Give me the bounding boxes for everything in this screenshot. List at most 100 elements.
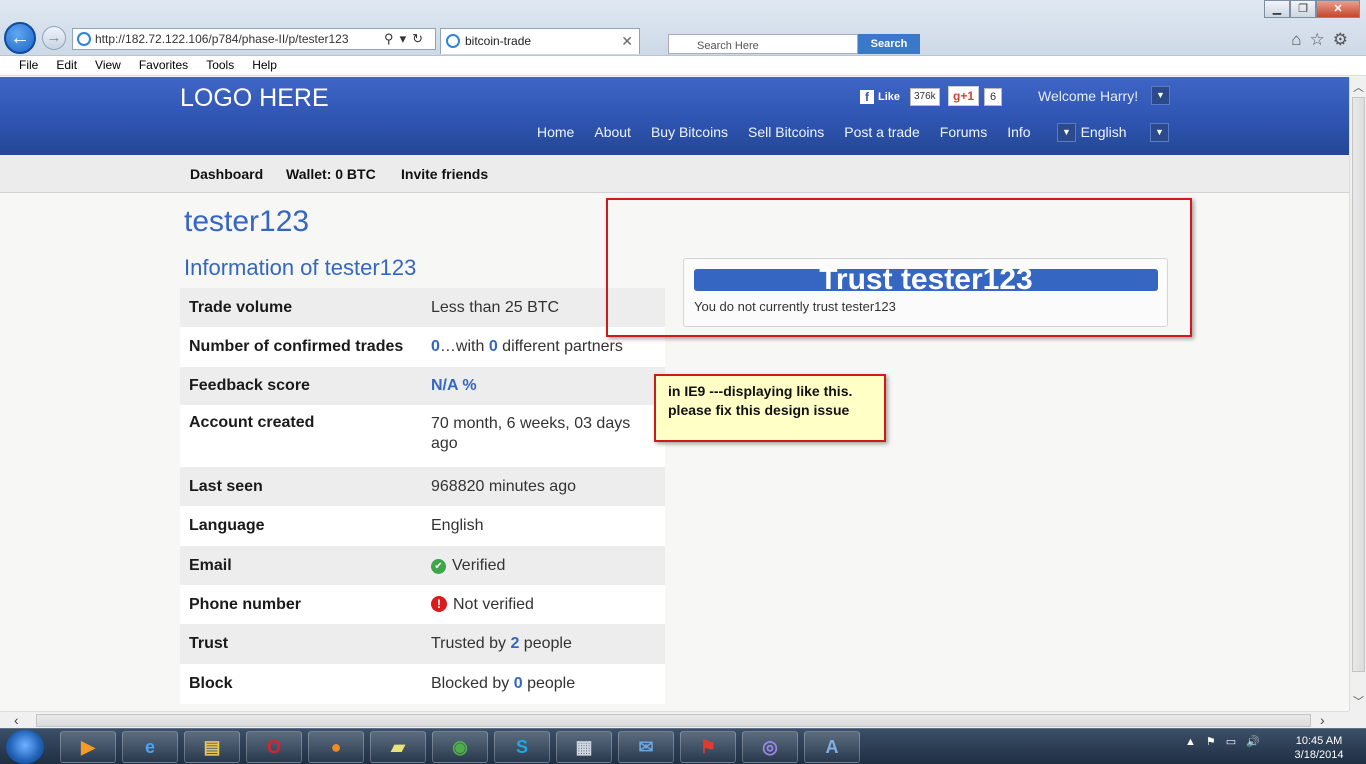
forward-button[interactable]: → [42, 26, 66, 50]
table-row: Feedback score N/A % [180, 367, 665, 405]
check-circle-icon: ✔ [431, 558, 446, 574]
app-swirl-icon[interactable]: ◎ [742, 731, 798, 763]
feedback-value: N/A % [422, 367, 665, 405]
table-row: Phone number ! Not verified [180, 585, 665, 624]
trust-suffix: people [519, 635, 572, 652]
google-plus-count: 6 [984, 88, 1003, 106]
browser-chrome: ← → http://182.72.122.106/p784/phase-II/… [0, 0, 1366, 56]
menu-favorites[interactable]: Favorites [130, 56, 197, 75]
fb-like-label: Like [878, 91, 901, 103]
nav-post-a-trade[interactable]: Post a trade [844, 124, 920, 140]
minimize-button[interactable]: ▁ [1264, 0, 1290, 18]
block-value: Blocked by 0 people [422, 664, 665, 704]
subnav-wallet[interactable]: Wallet: 0 BTC [286, 166, 376, 182]
site-header: LOGO HERE f Like 376k g+1 6 Welcome Harry… [0, 77, 1349, 155]
internet-explorer-icon[interactable]: e [122, 731, 178, 763]
table-row: Trade volume Less than 25 BTC [180, 288, 665, 327]
clock-date: 3/18/2014 [1294, 749, 1344, 761]
sticky-notes-icon[interactable]: ▰ [370, 731, 426, 763]
trust-value: Trusted by 2 people [422, 624, 665, 664]
vertical-scrollbar[interactable]: ︿ ﹀ [1349, 77, 1366, 711]
adobe-reader-icon[interactable]: ⚑ [680, 731, 736, 763]
toolbar-search-input[interactable]: Search Here [668, 34, 858, 54]
start-button[interactable] [6, 730, 44, 764]
back-button[interactable]: ← [4, 22, 36, 54]
facebook-like-button[interactable]: f Like [860, 89, 900, 105]
trusted-by-count[interactable]: 2 [510, 635, 519, 652]
horizontal-scrollbar[interactable]: ‹ › [0, 711, 1349, 728]
blocked-by-count[interactable]: 0 [514, 675, 523, 692]
user-menu-chevron-down-icon[interactable]: ▼ [1151, 86, 1170, 105]
annotation-note: in IE9 ---displaying like this. please f… [654, 374, 886, 442]
window-controls: ▁ ❐ ✕ [1264, 0, 1360, 20]
confirmed-trades-label: Number of confirmed trades [189, 338, 404, 355]
nav-home[interactable]: Home [537, 124, 574, 140]
browser-menu-bar: File Edit View Favorites Tools Help [0, 56, 1366, 76]
vertical-scroll-thumb[interactable] [1352, 97, 1365, 672]
tab-close-icon[interactable]: ✕ [621, 29, 633, 53]
scroll-up-icon[interactable]: ︿ [1350, 79, 1366, 95]
maximize-button[interactable]: ❐ [1290, 0, 1316, 18]
tab-bitcoin-trade[interactable]: bitcoin-trade ✕ [440, 28, 640, 54]
menu-view[interactable]: View [86, 56, 130, 75]
confirmed-trades-count[interactable]: 0 [431, 338, 440, 355]
search-placeholder: Search Here [697, 40, 759, 52]
scroll-right-icon[interactable]: › [1320, 712, 1325, 728]
exclamation-circle-icon: ! [431, 595, 447, 612]
back-arrow-icon: ← [10, 27, 30, 49]
nav-about[interactable]: About [594, 124, 631, 140]
address-tools-icons[interactable]: ⚲▾↻ [384, 29, 429, 49]
nav-forums[interactable]: Forums [940, 124, 987, 140]
feedback-score-link[interactable]: N/A % [431, 377, 477, 394]
trust-label: Trust [189, 635, 229, 652]
menu-edit[interactable]: Edit [47, 56, 86, 75]
scroll-down-icon[interactable]: ﹀ [1350, 693, 1366, 709]
clock[interactable]: 10:45 AM 3/18/2014 [1280, 734, 1358, 762]
google-plus-button[interactable]: g+1 [948, 86, 979, 106]
welcome-user[interactable]: Welcome Harry! [1038, 88, 1138, 104]
media-player-icon[interactable]: ▶ [60, 731, 116, 763]
account-created-label: Account created [189, 414, 315, 431]
ie-page-icon [77, 32, 91, 46]
table-row: Number of confirmed trades 0…with 0 diff… [180, 327, 665, 367]
firefox-icon[interactable]: ● [308, 731, 364, 763]
chrome-icon[interactable]: ◉ [432, 731, 488, 763]
toolbar-search-button[interactable]: Search [858, 34, 920, 54]
last-seen-value: 968820 minutes ago [431, 477, 576, 495]
nav-sell-bitcoins[interactable]: Sell Bitcoins [748, 124, 824, 140]
horizontal-scroll-thumb[interactable] [36, 714, 1311, 727]
file-explorer-icon[interactable]: ▤ [184, 731, 240, 763]
nav-language[interactable]: English [1081, 124, 1127, 140]
language-chevron-down-icon[interactable]: ▼ [1150, 123, 1169, 142]
table-row: Email ✔ Verified [180, 546, 665, 585]
clock-time: 10:45 AM [1295, 735, 1343, 747]
system-tray-icons[interactable]: ▲⚑▭🔊 [1185, 735, 1270, 748]
block-prefix: Blocked by [431, 675, 514, 692]
table-row: Account created 70 month, 6 weeks, 03 da… [180, 405, 665, 467]
scrollbar-corner [1349, 711, 1366, 728]
skype-icon[interactable]: S [494, 731, 550, 763]
menu-tools[interactable]: Tools [197, 56, 243, 75]
window-close-button[interactable]: ✕ [1316, 0, 1360, 18]
nav-buy-bitcoins[interactable]: Buy Bitcoins [651, 124, 728, 140]
partners-count[interactable]: 0 [489, 338, 498, 355]
wordpad-icon[interactable]: A [804, 731, 860, 763]
opera-icon[interactable]: O [246, 731, 302, 763]
page-viewport: LOGO HERE f Like 376k g+1 6 Welcome Harry… [0, 77, 1349, 711]
nav-info[interactable]: Info [1007, 124, 1030, 140]
home-favorites-settings-icons[interactable]: ⌂☆⚙ [1291, 30, 1356, 50]
menu-file[interactable]: File [10, 56, 47, 75]
task-manager-icon[interactable]: ▦ [556, 731, 612, 763]
subnav-invite-friends[interactable]: Invite friends [401, 166, 488, 182]
partners-suffix: different partners [497, 338, 623, 355]
thunderbird-icon[interactable]: ✉ [618, 731, 674, 763]
site-logo[interactable]: LOGO HERE [180, 84, 329, 113]
subnav-dashboard[interactable]: Dashboard [190, 166, 263, 182]
trust-prefix: Trusted by [431, 635, 511, 652]
menu-help[interactable]: Help [243, 56, 286, 75]
table-row: Last seen 968820 minutes ago [180, 467, 665, 506]
scroll-left-icon[interactable]: ‹ [14, 712, 19, 728]
page-title: tester123 [184, 205, 310, 238]
address-bar[interactable]: http://182.72.122.106/p784/phase-II/p/te… [72, 28, 436, 50]
info-chevron-down-icon[interactable]: ▼ [1057, 123, 1076, 142]
